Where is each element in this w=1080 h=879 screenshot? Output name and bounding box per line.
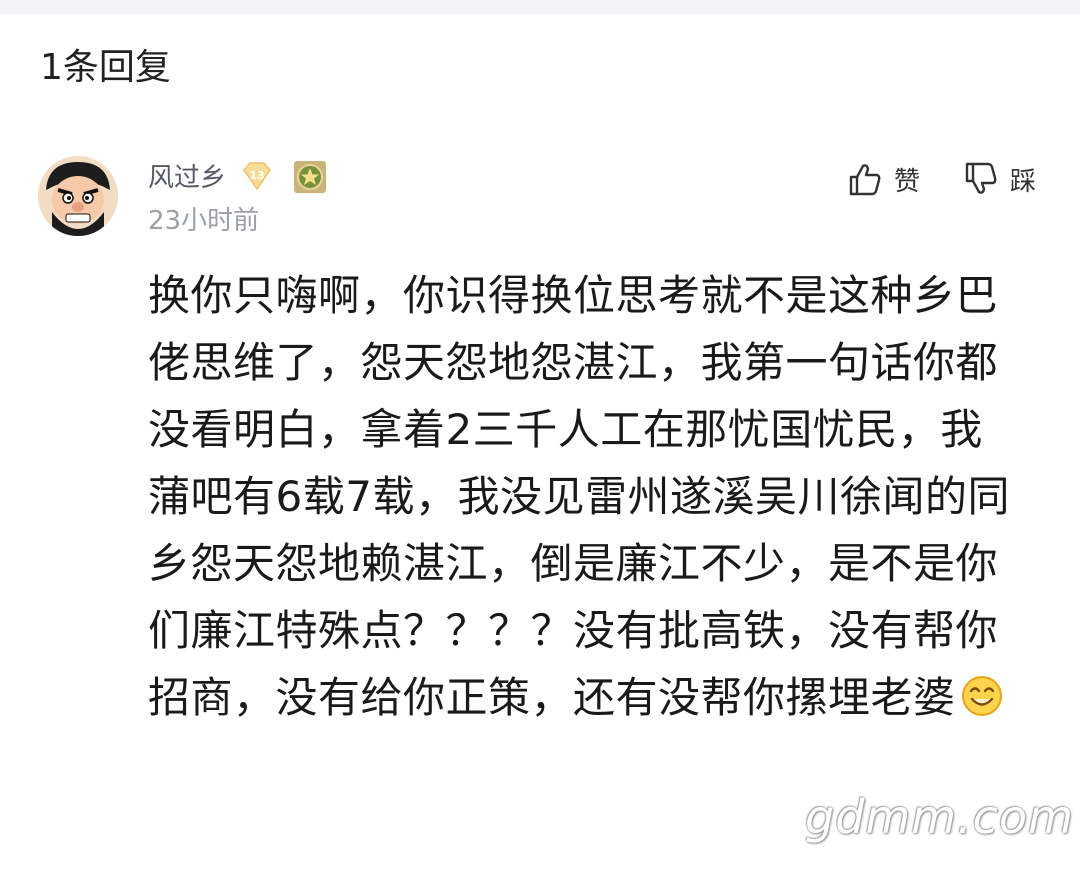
- avatar[interactable]: [38, 156, 118, 236]
- level-badge: 13: [240, 160, 274, 192]
- username[interactable]: 风过乡: [148, 160, 226, 196]
- dislike-button[interactable]: 踩: [962, 158, 1036, 200]
- comment-text: 换你只嗨啊，你识得换位思考就不是这种乡巴佬思维了，怨天怨地怨湛江，我第一句话你都…: [148, 271, 1010, 722]
- medal-icon: [293, 160, 327, 194]
- thumbs-down-icon: [965, 162, 997, 194]
- top-divider: [0, 0, 1080, 14]
- svg-text:13: 13: [249, 169, 264, 182]
- watermark: gdmm.com: [805, 790, 1074, 844]
- dislike-label: 踩: [1010, 166, 1037, 197]
- smile-emoji-icon: [961, 676, 1002, 716]
- reply-count-title: 1条回复: [40, 47, 171, 88]
- like-button[interactable]: 赞: [846, 158, 920, 200]
- comment-timestamp: 23小时前: [148, 206, 260, 236]
- like-label: 赞: [894, 166, 921, 197]
- comment-body: 换你只嗨啊，你识得换位思考就不是这种乡巴佬思维了，怨天怨地怨湛江，我第一句话你都…: [148, 262, 1018, 731]
- thumbs-up-icon: [849, 164, 881, 196]
